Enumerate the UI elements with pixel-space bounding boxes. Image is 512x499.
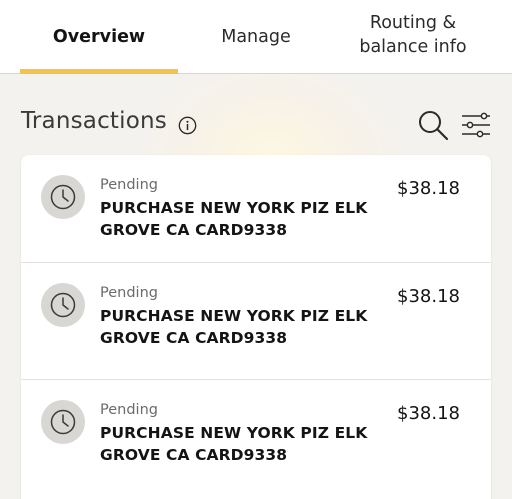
transaction-amount: $38.18: [397, 286, 460, 307]
search-icon[interactable]: [416, 108, 450, 142]
transaction-amount: $38.18: [397, 403, 460, 424]
transactions-card: Pending PURCHASE NEW YORK PIZ ELK GROVE …: [21, 155, 491, 499]
transaction-description: PURCHASE NEW YORK PIZ ELK GROVE CA CARD9…: [100, 424, 368, 464]
transaction-row[interactable]: Pending PURCHASE NEW YORK PIZ ELK GROVE …: [21, 155, 491, 272]
transaction-row[interactable]: Pending PURCHASE NEW YORK PIZ ELK GROVE …: [21, 262, 491, 379]
filter-icon[interactable]: [460, 111, 492, 139]
clock-icon: [41, 283, 85, 327]
clock-icon: [41, 175, 85, 219]
transaction-status: Pending: [100, 177, 158, 193]
info-icon[interactable]: [178, 116, 197, 135]
tab-overview-label: Overview: [52, 27, 146, 47]
tab-manage-label: Manage: [221, 27, 291, 47]
tab-manage[interactable]: Manage: [192, 0, 320, 74]
transaction-description: PURCHASE NEW YORK PIZ ELK GROVE CA CARD9…: [100, 199, 368, 239]
active-tab-indicator: [20, 69, 178, 74]
tab-bar: Overview Manage Routing & balance info: [0, 0, 512, 74]
tab-routing-label: Routing & balance info: [359, 13, 467, 57]
transaction-row[interactable]: Pending PURCHASE NEW YORK PIZ ELK GROVE …: [21, 379, 491, 496]
tab-overview[interactable]: Overview: [20, 0, 178, 74]
transaction-status: Pending: [100, 285, 158, 301]
section-title: Transactions: [21, 108, 167, 134]
transaction-amount: $38.18: [397, 178, 460, 199]
transaction-status: Pending: [100, 402, 158, 418]
clock-icon: [41, 400, 85, 444]
tab-routing-balance-info[interactable]: Routing & balance info: [340, 0, 486, 74]
transaction-description: PURCHASE NEW YORK PIZ ELK GROVE CA CARD9…: [100, 307, 368, 347]
